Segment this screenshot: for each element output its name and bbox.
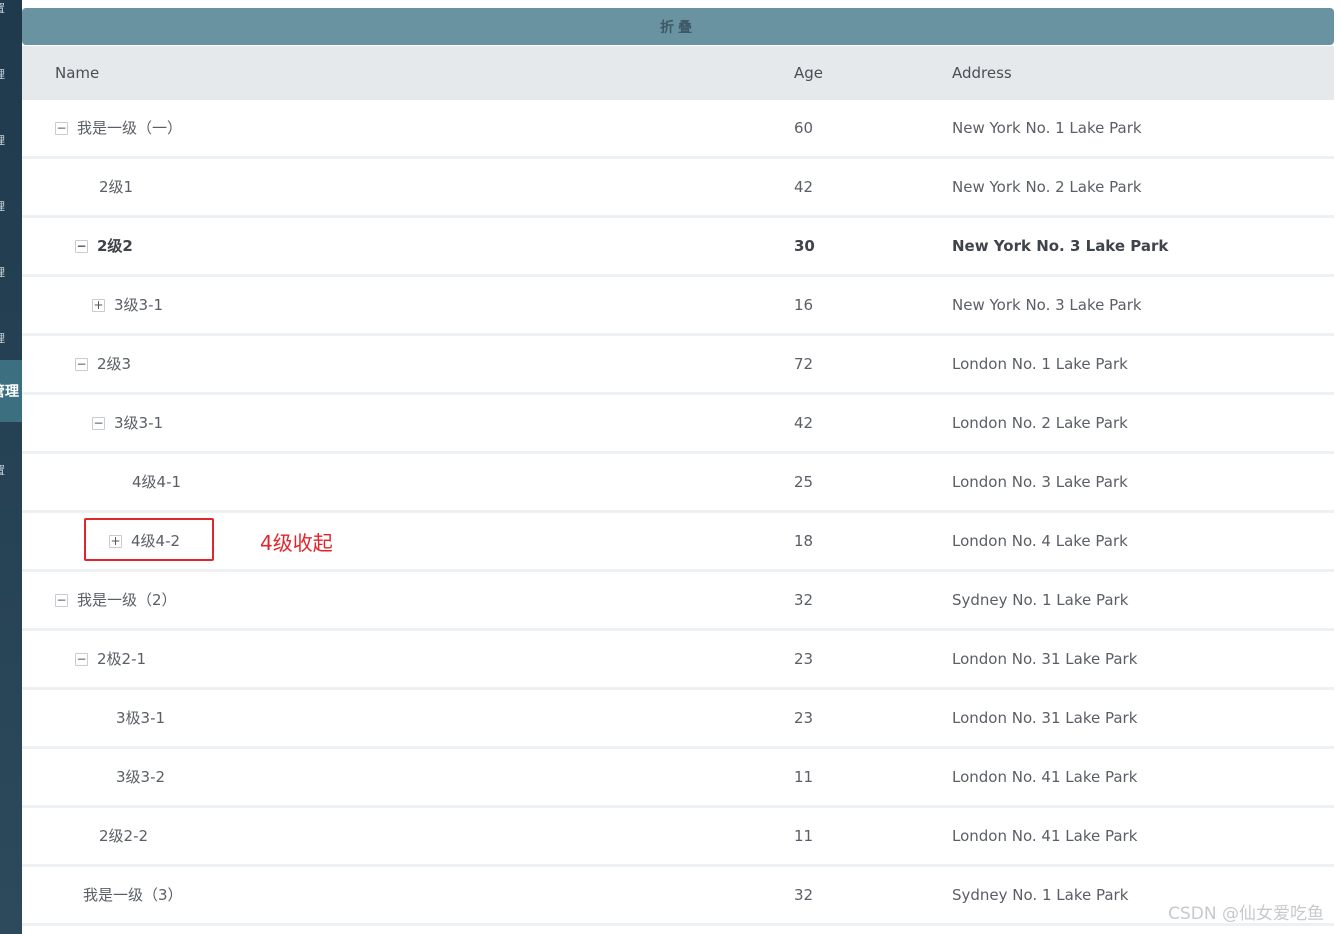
table-row[interactable]: −2级3 72 London No. 1 Lake Park bbox=[22, 336, 1334, 395]
sidebar-item[interactable]: 理 bbox=[0, 200, 22, 214]
name-cell: −3级3-1 bbox=[92, 395, 163, 451]
name-cell: −2极2-1 bbox=[75, 631, 146, 687]
age-cell: 18 bbox=[794, 532, 814, 550]
name-cell: 3极3-1 bbox=[116, 690, 165, 746]
sidebar-item[interactable]: 理 bbox=[0, 332, 22, 346]
row-name: 4级4-1 bbox=[132, 473, 182, 491]
row-name: 3级3-1 bbox=[114, 414, 164, 432]
address-cell: Sydney No. 1 Lake Park bbox=[952, 591, 1129, 609]
table-row[interactable]: − 我是一级（一） 60 New York No. 1 Lake Park bbox=[22, 100, 1334, 159]
table-row[interactable]: 3级3-2 11 London No. 41 Lake Park bbox=[22, 749, 1334, 808]
tree-table: Name Age Address − 我是一级（一） 60 New York No. … bbox=[22, 46, 1334, 926]
sidebar-item[interactable]: 理 bbox=[0, 68, 22, 82]
table-row[interactable]: 4级4-1 25 London No. 3 Lake Park bbox=[22, 454, 1334, 513]
age-cell: 23 bbox=[794, 650, 814, 668]
table-body: − 我是一级（一） 60 New York No. 1 Lake Park 2级1 42 N… bbox=[22, 100, 1334, 926]
table-row[interactable]: 2级1 42 New York No. 2 Lake Park bbox=[22, 159, 1334, 218]
address-cell: Sydney No. 1 Lake Park bbox=[952, 886, 1129, 904]
address-cell: London No. 31 Lake Park bbox=[952, 709, 1138, 727]
table-header: Name Age Address bbox=[22, 46, 1334, 100]
age-cell: 42 bbox=[794, 414, 814, 432]
age-cell: 60 bbox=[794, 119, 814, 137]
age-cell: 72 bbox=[794, 355, 814, 373]
age-cell: 11 bbox=[794, 827, 814, 845]
row-name: 3级3-2 bbox=[116, 768, 166, 786]
expand-icon[interactable]: + bbox=[92, 298, 105, 312]
address-cell: London No. 4 Lake Park bbox=[952, 532, 1128, 550]
table-row[interactable]: −3级3-1 42 London No. 2 Lake Park bbox=[22, 395, 1334, 454]
age-cell: 11 bbox=[794, 768, 814, 786]
collapse-icon[interactable]: − bbox=[75, 357, 88, 371]
name-cell: 我是一级（3） bbox=[83, 867, 183, 923]
table-row[interactable]: 3极3-1 23 London No. 31 Lake Park bbox=[22, 690, 1334, 749]
table-row[interactable]: +4级4-2 18 London No. 4 Lake Park bbox=[22, 513, 1334, 572]
row-name: 2极2-1 bbox=[97, 650, 147, 668]
row-name: 3级3-1 bbox=[114, 296, 164, 314]
collapse-button[interactable]: 折叠 bbox=[22, 8, 1334, 45]
column-header-age[interactable]: Age bbox=[794, 46, 823, 100]
address-cell: New York No. 3 Lake Park bbox=[952, 296, 1142, 314]
name-cell: +3级3-1 bbox=[92, 277, 163, 333]
row-name: 我是一级（2） bbox=[77, 591, 177, 609]
row-name: 我是一级（3） bbox=[83, 886, 183, 904]
sidebar: 置 理 理 理 理 理 置 bbox=[0, 0, 22, 934]
age-cell: 32 bbox=[794, 886, 814, 904]
address-cell: London No. 41 Lake Park bbox=[952, 827, 1138, 845]
annotation-label: 4级收起 bbox=[260, 531, 333, 555]
address-cell: New York No. 2 Lake Park bbox=[952, 178, 1142, 196]
table-row[interactable]: − 我是一级（2） 32 Sydney No. 1 Lake Park bbox=[22, 572, 1334, 631]
sidebar-item[interactable]: 置 bbox=[0, 2, 22, 16]
collapse-icon[interactable]: − bbox=[55, 593, 68, 607]
row-name: 2级2 bbox=[97, 237, 133, 255]
sidebar-item[interactable]: 理 bbox=[0, 134, 22, 148]
table-row[interactable]: 我是一级（3） 32 Sydney No. 1 Lake Park bbox=[22, 867, 1334, 926]
sidebar-item-active-label: 管理 bbox=[0, 384, 19, 400]
name-cell: 2级2-2 bbox=[99, 808, 148, 864]
annotation-highlight-box bbox=[84, 518, 214, 561]
collapse-icon[interactable]: − bbox=[55, 121, 68, 135]
name-cell: −2级2 bbox=[75, 218, 133, 274]
row-name: 2级2-2 bbox=[99, 827, 149, 845]
collapse-icon[interactable]: − bbox=[75, 652, 88, 666]
table-row[interactable]: +3级3-1 16 New York No. 3 Lake Park bbox=[22, 277, 1334, 336]
age-cell: 32 bbox=[794, 591, 814, 609]
row-name: 2级1 bbox=[99, 178, 134, 196]
address-cell: New York No. 1 Lake Park bbox=[952, 119, 1142, 137]
address-cell: London No. 3 Lake Park bbox=[952, 473, 1128, 491]
sidebar-item[interactable]: 置 bbox=[0, 464, 22, 478]
address-cell: London No. 31 Lake Park bbox=[952, 650, 1138, 668]
collapse-icon[interactable]: − bbox=[75, 239, 88, 253]
name-cell: −2级3 bbox=[75, 336, 131, 392]
name-cell: − 我是一级（一） bbox=[55, 100, 182, 156]
address-cell: London No. 2 Lake Park bbox=[952, 414, 1128, 432]
age-cell: 42 bbox=[794, 178, 814, 196]
column-header-name[interactable]: Name bbox=[55, 46, 99, 100]
name-cell: 3级3-2 bbox=[116, 749, 165, 805]
address-cell: London No. 1 Lake Park bbox=[952, 355, 1128, 373]
address-cell: New York No. 3 Lake Park bbox=[952, 237, 1169, 255]
address-cell: London No. 41 Lake Park bbox=[952, 768, 1138, 786]
age-cell: 25 bbox=[794, 473, 814, 491]
age-cell: 30 bbox=[794, 237, 815, 255]
age-cell: 23 bbox=[794, 709, 814, 727]
sidebar-item[interactable]: 理 bbox=[0, 266, 22, 280]
name-cell: − 我是一级（2） bbox=[55, 572, 177, 628]
table-row[interactable]: −2级2 30 New York No. 3 Lake Park bbox=[22, 218, 1334, 277]
watermark: CSDN @仙女爱吃鱼 bbox=[1168, 904, 1324, 924]
table-row[interactable]: 2级2-2 11 London No. 41 Lake Park bbox=[22, 808, 1334, 867]
row-name: 3极3-1 bbox=[116, 709, 166, 727]
row-name: 2级3 bbox=[97, 355, 132, 373]
row-name: 我是一级（一） bbox=[77, 119, 183, 137]
column-header-address[interactable]: Address bbox=[952, 46, 1012, 100]
name-cell: 4级4-1 bbox=[132, 454, 181, 510]
age-cell: 16 bbox=[794, 296, 814, 314]
collapse-icon[interactable]: − bbox=[92, 416, 105, 430]
name-cell: 2级1 bbox=[99, 159, 133, 215]
table-row[interactable]: −2极2-1 23 London No. 31 Lake Park bbox=[22, 631, 1334, 690]
